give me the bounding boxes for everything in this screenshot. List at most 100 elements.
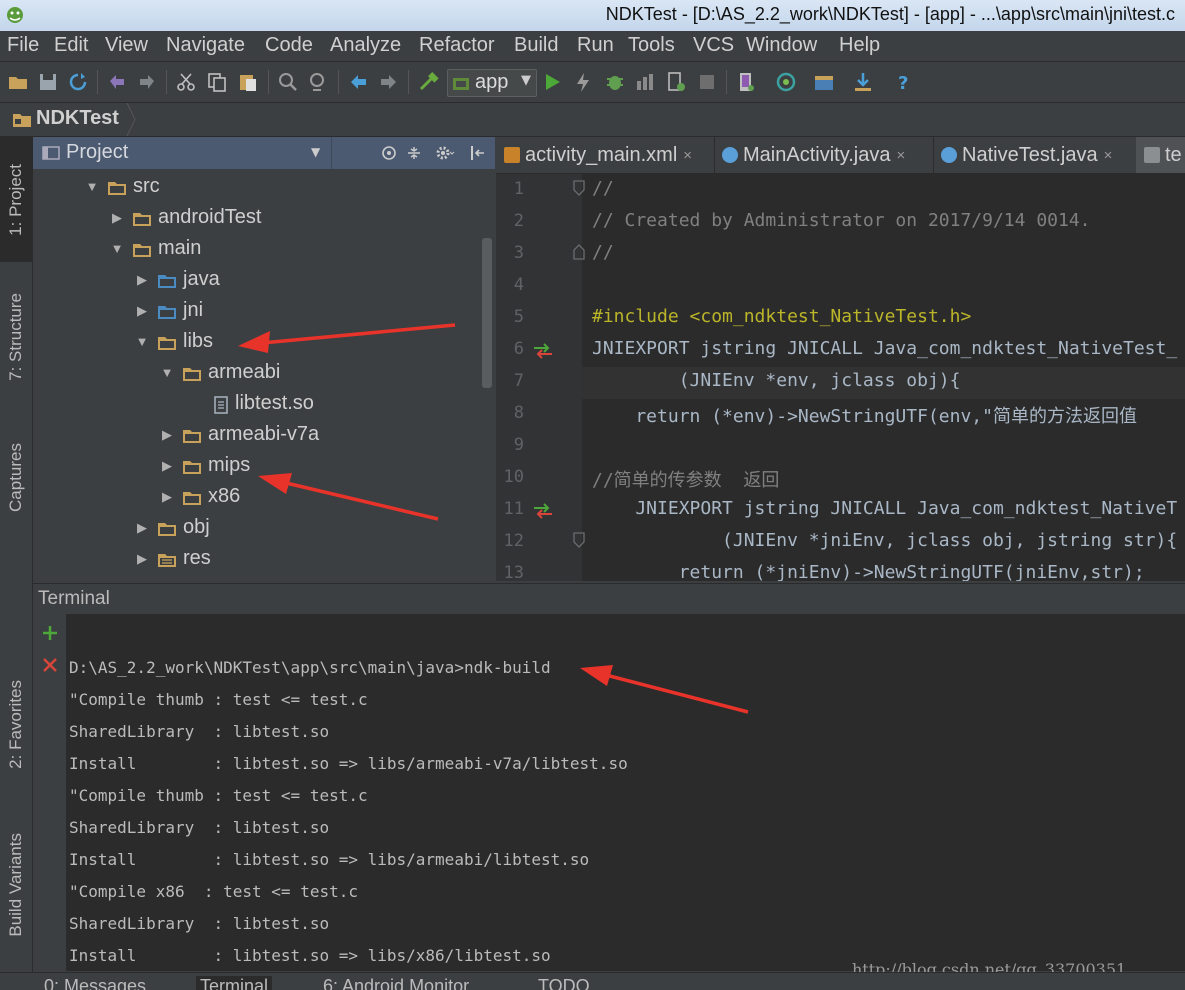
save-icon[interactable] <box>37 71 59 93</box>
tool-tab-build-variants[interactable]: Build Variants <box>0 807 32 962</box>
menu-navigate[interactable]: Navigate <box>166 34 245 57</box>
tree-item-obj[interactable]: ▶ obj <box>135 512 210 543</box>
tool-tab-favorites[interactable]: 2: Favorites <box>0 662 32 787</box>
tree-item-label: src <box>133 175 160 197</box>
tree-item-x86[interactable]: ▶ x86 <box>160 481 240 512</box>
run-configuration-select[interactable]: app ▼ <box>447 69 537 97</box>
folder-icon <box>107 179 127 195</box>
tree-item-armeabi[interactable]: ▼ armeabi <box>160 357 281 388</box>
menu-edit[interactable]: Edit <box>54 34 88 57</box>
find-icon[interactable] <box>277 71 299 93</box>
tool-tab-captures[interactable]: Captures <box>0 422 32 532</box>
menu-view[interactable]: View <box>105 34 148 57</box>
menu-code[interactable]: Code <box>265 34 313 57</box>
attach-debugger-icon[interactable] <box>665 71 687 93</box>
collapsed-arrow-icon[interactable]: ▶ <box>135 272 149 288</box>
debug-icon[interactable] <box>604 71 626 93</box>
tool-tab-terminal[interactable]: Terminal <box>196 976 273 990</box>
run-icon[interactable] <box>541 71 563 93</box>
code-line-6: JNIEXPORT jstring JNICALL Java_com_ndkte… <box>592 338 1178 359</box>
tree-item-mips[interactable]: ▶ mips <box>160 450 250 481</box>
tree-item-main[interactable]: ▼ main <box>110 233 202 264</box>
fold-icon[interactable] <box>572 179 586 197</box>
tree-item-jni[interactable]: ▶ jni <box>135 295 203 326</box>
stop-icon[interactable] <box>696 71 718 93</box>
sync-icon[interactable] <box>67 71 89 93</box>
menu-run[interactable]: Run <box>577 34 614 57</box>
tree-item-res[interactable]: ▶ res <box>135 543 211 574</box>
download-icon[interactable] <box>852 71 874 93</box>
navigate-to-declaration-icon[interactable] <box>532 342 554 360</box>
tree-item-androidtest[interactable]: ▶ androidTest <box>110 202 261 233</box>
help-icon[interactable]: ? <box>892 71 914 93</box>
profile-icon[interactable] <box>634 71 656 93</box>
tool-tab-android-monitor[interactable]: 6: Android Monitor <box>323 976 469 990</box>
tree-scrollbar[interactable] <box>482 238 492 388</box>
forward-icon[interactable] <box>378 71 400 93</box>
back-icon[interactable] <box>347 71 369 93</box>
menu-vcs[interactable]: VCS <box>693 34 734 57</box>
navigate-to-declaration-icon[interactable] <box>532 502 554 520</box>
fold-icon[interactable] <box>572 243 586 261</box>
close-icon[interactable]: × <box>683 147 692 164</box>
tree-item-src[interactable]: ▼ src <box>85 171 160 202</box>
expanded-arrow-icon[interactable]: ▼ <box>110 241 124 256</box>
tab-activity-main-xml[interactable]: activity_main.xml × <box>496 137 715 173</box>
scroll-from-source-icon[interactable] <box>380 144 398 162</box>
expanded-arrow-icon[interactable]: ▼ <box>160 365 174 380</box>
expanded-arrow-icon[interactable]: ▼ <box>85 179 99 194</box>
avd-manager-icon[interactable] <box>735 71 757 93</box>
tool-tab-todo[interactable]: TODO <box>538 976 590 990</box>
open-folder-icon[interactable] <box>7 71 29 93</box>
cut-icon[interactable] <box>175 71 197 93</box>
expanded-arrow-icon[interactable]: ▼ <box>135 334 149 349</box>
close-icon[interactable]: × <box>1104 147 1113 164</box>
xml-file-icon <box>504 147 520 163</box>
tab-mainactivity-java[interactable]: MainActivity.java × <box>714 137 934 173</box>
tab-test-c[interactable]: te <box>1136 137 1185 173</box>
close-session-icon[interactable] <box>41 656 59 674</box>
tool-tab-messages[interactable]: 0: Messages <box>44 976 146 990</box>
terminal-output[interactable]: D:\AS_2.2_work\NDKTest\app\src\main\java… <box>66 614 1185 971</box>
collapsed-arrow-icon[interactable]: ▶ <box>160 427 174 443</box>
tool-tab-project[interactable]: 1: Project <box>0 137 32 262</box>
gear-icon[interactable] <box>435 144 455 162</box>
close-icon[interactable]: × <box>896 147 905 164</box>
tree-item-java[interactable]: ▶ java <box>135 264 220 295</box>
menu-help[interactable]: Help <box>839 34 880 57</box>
menu-build[interactable]: Build <box>514 34 558 57</box>
collapsed-arrow-icon[interactable]: ▶ <box>135 520 149 536</box>
tree-item-libs[interactable]: ▼ libs <box>135 326 213 357</box>
collapsed-arrow-icon[interactable]: ▶ <box>135 551 149 567</box>
collapse-all-icon[interactable] <box>405 144 423 162</box>
menu-tools[interactable]: Tools <box>628 34 675 57</box>
collapsed-arrow-icon[interactable]: ▶ <box>110 210 124 226</box>
tool-tab-structure[interactable]: 7: Structure <box>0 272 32 402</box>
copy-icon[interactable] <box>206 71 228 93</box>
collapsed-arrow-icon[interactable]: ▶ <box>135 303 149 319</box>
make-project-icon[interactable] <box>418 71 440 93</box>
project-structure-icon[interactable] <box>813 71 835 93</box>
redo-icon[interactable] <box>136 71 158 93</box>
menu-analyze[interactable]: Analyze <box>330 34 401 57</box>
collapsed-arrow-icon[interactable]: ▶ <box>160 489 174 505</box>
add-session-icon[interactable] <box>41 624 59 642</box>
chevron-down-icon[interactable]: ▼ <box>311 145 320 159</box>
tree-item-armeabi-v7a[interactable]: ▶ armeabi-v7a <box>160 419 319 450</box>
menu-window[interactable]: Window <box>746 34 817 57</box>
apply-changes-icon[interactable] <box>572 71 594 93</box>
tree-item-libtest-so[interactable]: libtest.so <box>213 388 314 419</box>
paste-icon[interactable] <box>237 71 259 93</box>
hide-panel-icon[interactable] <box>469 144 487 162</box>
collapsed-arrow-icon[interactable]: ▶ <box>160 458 174 474</box>
fold-icon[interactable] <box>572 531 586 549</box>
code-editor[interactable]: 1 2 3 4 5 6 7 8 9 10 11 12 13 // // Crea… <box>496 174 1185 581</box>
replace-icon[interactable] <box>307 71 329 93</box>
sdk-manager-icon[interactable] <box>775 71 797 93</box>
breadcrumb-project[interactable]: NDKTest <box>36 107 119 130</box>
menu-file[interactable]: File <box>7 34 39 57</box>
undo-icon[interactable] <box>106 71 128 93</box>
project-view-selector[interactable]: Project <box>66 141 128 164</box>
menu-refactor[interactable]: Refactor <box>419 34 495 57</box>
tab-nativetest-java[interactable]: NativeTest.java × <box>933 137 1137 173</box>
